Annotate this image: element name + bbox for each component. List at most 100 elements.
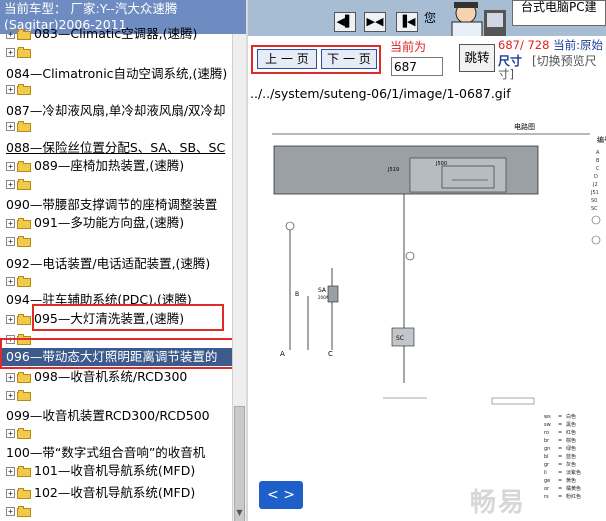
- tree-folder-row[interactable]: +: [0, 502, 232, 520]
- tree-item-label: 090—带腰部支撑调节的座椅调整装置: [6, 197, 218, 212]
- tree-folder-row[interactable]: +: [0, 424, 232, 442]
- tree-item-label: 091—多功能方向盘,(速腾): [34, 215, 185, 230]
- svg-text:D: D: [594, 174, 598, 180]
- expand-icon[interactable]: +: [6, 48, 15, 57]
- tree-folder-row[interactable]: +: [0, 80, 232, 98]
- expand-icon[interactable]: +: [6, 373, 15, 382]
- folder-icon: [17, 84, 31, 95]
- expand-icon[interactable]: +: [6, 315, 15, 324]
- svg-text:C: C: [596, 166, 600, 172]
- expand-icon[interactable]: +: [6, 391, 15, 400]
- tree-item-091[interactable]: +091—多功能方向盘,(速腾): [0, 214, 232, 232]
- next-page-button[interactable]: 下 一 页: [321, 49, 377, 69]
- jump-button[interactable]: 跳转: [459, 44, 495, 72]
- user-label: 您: [424, 11, 437, 25]
- diagram-label-j-left: J519: [387, 167, 399, 173]
- legend-eq: =: [558, 486, 562, 492]
- legend-eq: =: [558, 462, 562, 468]
- legend-name: 绿色: [566, 445, 576, 452]
- legend-eq: =: [558, 494, 562, 500]
- fit-button[interactable]: ▶◀: [364, 12, 386, 32]
- legend-code: li: [544, 470, 547, 476]
- svg-text:J51: J51: [590, 190, 599, 196]
- diagram-title: 电路图: [514, 122, 535, 131]
- tree-item-083[interactable]: +083—Climatic空调器,(速腾): [0, 25, 232, 43]
- svg-text:J2: J2: [592, 182, 598, 188]
- tree-item-label: 102—收音机导航系统(MFD): [34, 485, 196, 500]
- tree-item-088[interactable]: 088—保险丝位置分配S、SA、SB、SC: [0, 139, 232, 157]
- folder-icon: [17, 236, 31, 247]
- tree-item-label: 084—Climatronic自动空调系统,(速腾): [6, 66, 228, 81]
- color-legend: ws = 白色 sw = 黑色 ro = 红色 br = 棕色 gn = 绿色 bl = 蓝色 gr = 灰色 li = 淡紫…: [544, 413, 581, 500]
- legend-eq: =: [558, 470, 562, 476]
- tree-item-092[interactable]: 092—电话装置/电话适配装置,(速腾): [0, 255, 232, 273]
- folder-icon: [17, 506, 31, 517]
- tree-item-101[interactable]: +101—收音机导航系统(MFD): [0, 462, 232, 480]
- tree-item-095[interactable]: +095—大灯清洗装置,(速腾): [0, 310, 232, 328]
- first-page-button[interactable]: ◀▌: [334, 12, 356, 32]
- image-path: ../../system/suteng-06/1/image/1-0687.gi…: [250, 86, 511, 101]
- expand-icon[interactable]: +: [6, 277, 15, 286]
- last-page-button[interactable]: ▐◀: [396, 12, 418, 32]
- legend-name: 白色: [566, 413, 576, 420]
- tree-folder-row[interactable]: +: [0, 272, 232, 290]
- prev-page-button[interactable]: 上 一 页: [257, 49, 317, 69]
- expand-icon[interactable]: +: [6, 219, 15, 228]
- diagram-label-j-right: J500: [435, 161, 447, 167]
- diagram-label-sa: SA: [318, 287, 327, 294]
- folder-icon: [17, 29, 31, 40]
- expand-icon[interactable]: +: [6, 162, 15, 171]
- expand-icon[interactable]: +: [6, 507, 15, 516]
- expand-icon[interactable]: +: [6, 122, 15, 131]
- svg-text:S0: S0: [591, 198, 597, 204]
- tree-folder-row[interactable]: +: [0, 117, 232, 135]
- legend-name: 灰色: [566, 461, 576, 468]
- expand-icon[interactable]: +: [6, 429, 15, 438]
- tree-scroll-thumb[interactable]: [234, 406, 245, 521]
- legend-name: 蓝色: [566, 453, 576, 460]
- tree-item-089[interactable]: +089—座椅加热装置,(速腾): [0, 157, 232, 175]
- expand-icon[interactable]: +: [6, 335, 15, 344]
- tree-scrollbar[interactable]: ▼: [232, 34, 246, 521]
- tree-item-102[interactable]: +102—收音机导航系统(MFD): [0, 484, 232, 502]
- tree-folder-row[interactable]: +: [0, 43, 232, 61]
- tree-folder-row[interactable]: +: [0, 232, 232, 250]
- tree-folder-row[interactable]: +: [0, 386, 232, 404]
- tree-folder-row[interactable]: +: [0, 330, 232, 348]
- legend-code: ge: [544, 478, 550, 484]
- diagram-label-a: A: [280, 350, 285, 358]
- tree-item-label: 098—收音机系统/RCD300: [34, 369, 188, 384]
- ad-banner[interactable]: 台式电脑PC建: [512, 0, 606, 26]
- legend-eq: =: [558, 454, 562, 460]
- expand-icon[interactable]: +: [6, 489, 15, 498]
- expand-icon[interactable]: +: [6, 180, 15, 189]
- legend-code: ro: [544, 430, 549, 436]
- tree-item-100[interactable]: 100—带“数字式组合音响”的收音机: [0, 444, 232, 462]
- folder-icon: [17, 334, 31, 345]
- scroll-down-icon[interactable]: ▼: [234, 506, 245, 519]
- folder-icon: [17, 121, 31, 132]
- legend-eq: =: [558, 446, 562, 452]
- tree-item-099[interactable]: 099—收音机装置RCD300/RCD500: [0, 407, 232, 425]
- tree-item-label: 099—收音机装置RCD300/RCD500: [6, 408, 210, 423]
- legend-eq: =: [558, 478, 562, 484]
- tree-item-090[interactable]: 090—带腰部支撑调节的座椅调整装置: [0, 196, 232, 214]
- expand-icon[interactable]: +: [6, 467, 15, 476]
- legend-code: bl: [544, 454, 549, 460]
- folder-icon: [17, 161, 31, 172]
- expand-icon[interactable]: +: [6, 237, 15, 246]
- expand-icon[interactable]: +: [6, 30, 15, 39]
- scroll-arrows-button[interactable]: < >: [259, 481, 303, 509]
- tree-item-096[interactable]: 096—带动态大灯照明距离调节装置的: [0, 348, 232, 366]
- tree-item-label: 088—保险丝位置分配S、SA、SB、SC: [6, 140, 226, 155]
- diagram-header-right: 编号: [597, 135, 606, 144]
- expand-icon[interactable]: +: [6, 85, 15, 94]
- tree-item-098[interactable]: +098—收音机系统/RCD300: [0, 368, 232, 386]
- tree-item-094[interactable]: 094—驻车辅助系统(PDC),(速腾): [0, 291, 232, 309]
- page-number-input[interactable]: [391, 57, 443, 76]
- switch-preview-link[interactable]: [切换预览尺: [532, 52, 597, 69]
- folder-icon: [17, 47, 31, 58]
- legend-code: sw: [544, 422, 551, 428]
- diagram-label-b: B: [295, 291, 299, 298]
- tree-folder-row[interactable]: +: [0, 175, 232, 193]
